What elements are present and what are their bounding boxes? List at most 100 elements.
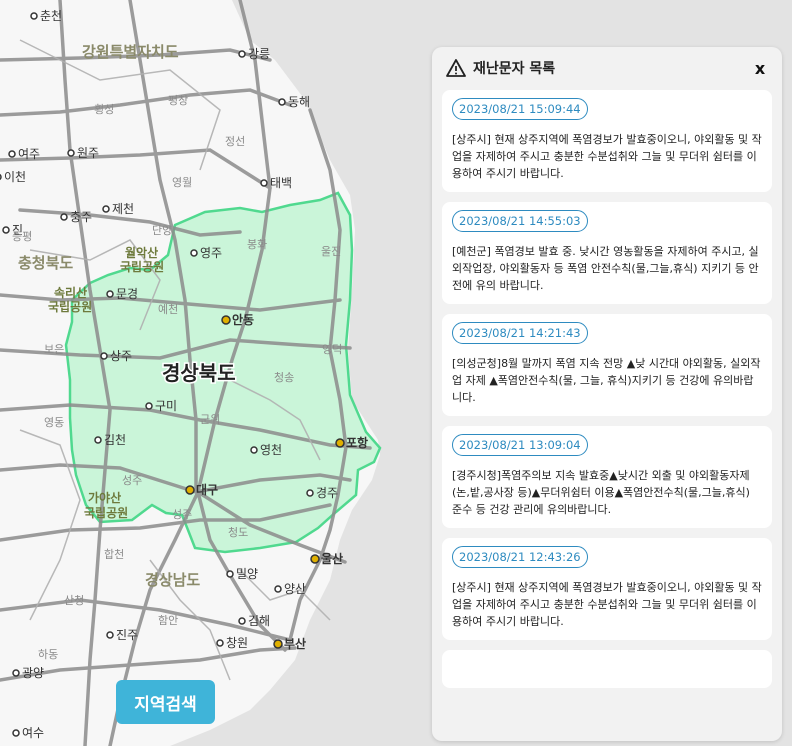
panel-header: 재난문자 목록 x bbox=[432, 47, 782, 89]
city-marker-icon bbox=[216, 639, 224, 647]
map-label: 성주 bbox=[172, 508, 192, 521]
map-label: 산청 bbox=[64, 594, 84, 607]
message-text: [상주시] 현재 상주지역에 폭염경보가 발효중이오니, 야외활동 및 작업을 … bbox=[452, 581, 762, 628]
city-label: 밀양 bbox=[236, 567, 258, 581]
message-card[interactable] bbox=[442, 650, 772, 688]
city-marker-icon bbox=[106, 631, 114, 639]
park-label: 속리산 bbox=[54, 285, 87, 300]
map-label: 청도 bbox=[228, 526, 248, 539]
map-label: 횡성 bbox=[94, 103, 114, 116]
region-label: 경상남도 bbox=[145, 571, 200, 589]
city-marker-icon bbox=[94, 436, 102, 444]
city-label: 태백 bbox=[270, 176, 292, 190]
park-label: 국립공원 bbox=[120, 260, 164, 274]
city-label: 창원 bbox=[226, 636, 248, 650]
map-label: 봉화 bbox=[247, 238, 267, 251]
city-marker-icon bbox=[30, 12, 38, 20]
city-marker-icon bbox=[310, 554, 320, 564]
message-timestamp: 2023/08/21 14:55:03 bbox=[452, 210, 588, 232]
park-label: 월악산 bbox=[125, 245, 158, 260]
city-label: 진주 bbox=[116, 628, 138, 642]
city-marker-icon bbox=[335, 438, 345, 448]
city-marker-icon bbox=[306, 489, 314, 497]
city-label: 영천 bbox=[260, 442, 282, 457]
map-label: 단양 bbox=[152, 224, 172, 237]
city-label: 춘천 bbox=[40, 8, 62, 23]
city-label: 김천 bbox=[104, 432, 126, 447]
message-timestamp: 2023/08/21 13:09:04 bbox=[452, 434, 588, 456]
city-marker-icon bbox=[12, 669, 20, 677]
map-label: 청송 bbox=[274, 371, 294, 384]
message-timestamp: 2023/08/21 14:21:43 bbox=[452, 322, 588, 344]
city-marker-icon bbox=[0, 173, 2, 181]
message-card[interactable]: 2023/08/21 12:43:26 [상주시] 현재 상주지역에 폭염경보가 … bbox=[442, 538, 772, 640]
map-label: 영월 bbox=[172, 176, 192, 189]
message-card[interactable]: 2023/08/21 15:09:44 [상주시] 현재 상주지역에 폭염경보가 … bbox=[442, 90, 772, 192]
map-label: 울진 bbox=[321, 245, 341, 258]
city-marker-icon bbox=[274, 585, 282, 593]
city-label: 여주 bbox=[18, 147, 40, 161]
city-label: 부산 bbox=[284, 636, 306, 651]
park-label: 국립공원 bbox=[48, 300, 92, 314]
warning-icon bbox=[446, 59, 466, 77]
city-marker-icon bbox=[8, 150, 16, 158]
city-marker-icon bbox=[60, 213, 68, 221]
message-text: [상주시] 현재 상주지역에 폭염경보가 발효중이오니, 야외활동 및 작업을 … bbox=[452, 133, 762, 180]
city-label: 양산 bbox=[284, 582, 306, 596]
city-marker-icon bbox=[226, 570, 234, 578]
message-list[interactable]: 2023/08/21 15:09:44 [상주시] 현재 상주지역에 폭염경보가 … bbox=[442, 90, 772, 741]
city-marker-icon bbox=[100, 352, 108, 360]
city-label: 충주 bbox=[70, 210, 92, 224]
city-marker-icon bbox=[102, 205, 110, 213]
city-marker-icon bbox=[221, 315, 231, 325]
city-label: 영주 bbox=[200, 246, 222, 260]
close-button[interactable]: x bbox=[750, 59, 770, 78]
park-label: 가야산 bbox=[88, 490, 121, 505]
city-label: 상주 bbox=[110, 349, 132, 363]
map-label: 합천 bbox=[104, 547, 124, 561]
city-marker-icon bbox=[238, 617, 246, 625]
city-label: 김해 bbox=[248, 614, 270, 628]
message-card[interactable]: 2023/08/21 13:09:04 [경주시청]폭염주의보 지속 발효중▲낮시… bbox=[442, 426, 772, 528]
city-label: 포항 bbox=[346, 435, 368, 450]
map-label: 영동 bbox=[44, 416, 64, 429]
city-marker-icon bbox=[67, 149, 75, 157]
city-label: 이천 bbox=[4, 169, 26, 184]
city-label: 원주 bbox=[77, 146, 99, 160]
panel-title: 재난문자 목록 bbox=[473, 61, 556, 77]
message-text: [경주시청]폭염주의보 지속 발효중▲낮시간 외출 및 야외활동자제(논,밭,공… bbox=[452, 469, 750, 516]
region-label: 강원특별자치도 bbox=[82, 43, 179, 61]
city-label: 동해 bbox=[288, 95, 310, 109]
region-label: 충청북도 bbox=[18, 254, 73, 272]
map-label: 함안 bbox=[158, 614, 178, 627]
city-marker-icon bbox=[278, 98, 286, 106]
city-marker-icon bbox=[260, 179, 268, 187]
disaster-message-panel: 재난문자 목록 x 2023/08/21 15:09:44 [상주시] 현재 상주… bbox=[432, 47, 782, 741]
city-label: 구미 bbox=[155, 399, 177, 413]
city-marker-icon bbox=[238, 50, 246, 58]
city-marker-icon bbox=[250, 446, 258, 454]
map-label: 정선 bbox=[225, 135, 245, 148]
city-marker-icon bbox=[106, 290, 114, 298]
city-marker-icon bbox=[12, 729, 20, 737]
message-card[interactable]: 2023/08/21 14:55:03 [예천군] 폭염경보 발효 중. 낮시간 … bbox=[442, 202, 772, 304]
map-label: 평창 bbox=[168, 94, 188, 107]
city-label: 강릉 bbox=[248, 47, 270, 61]
city-label: 광양 bbox=[22, 666, 44, 680]
map-label: 영덕 bbox=[322, 343, 342, 356]
map-label: 군위 bbox=[200, 413, 220, 426]
city-label: 울산 bbox=[321, 551, 343, 566]
city-marker-icon bbox=[273, 639, 283, 649]
city-label: 제천 bbox=[112, 201, 134, 216]
city-label: 문경 bbox=[116, 287, 138, 301]
message-card[interactable]: 2023/08/21 14:21:43 [의성군청]8월 말까지 폭염 지속 전망… bbox=[442, 314, 772, 416]
message-timestamp: 2023/08/21 12:43:26 bbox=[452, 546, 588, 568]
map-label: 예천 bbox=[158, 302, 178, 316]
city-label: 안동 bbox=[232, 312, 254, 327]
city-marker-icon bbox=[190, 249, 198, 257]
region-search-button[interactable]: 지역검색 bbox=[116, 680, 215, 724]
city-marker-icon bbox=[2, 226, 10, 234]
province-label[interactable]: 경상북도 bbox=[161, 360, 238, 387]
map-label: 보은 bbox=[44, 343, 64, 356]
message-text: [의성군청]8월 말까지 폭염 지속 전망 ▲낮 시간대 야외활동, 실외작업 … bbox=[452, 357, 761, 404]
